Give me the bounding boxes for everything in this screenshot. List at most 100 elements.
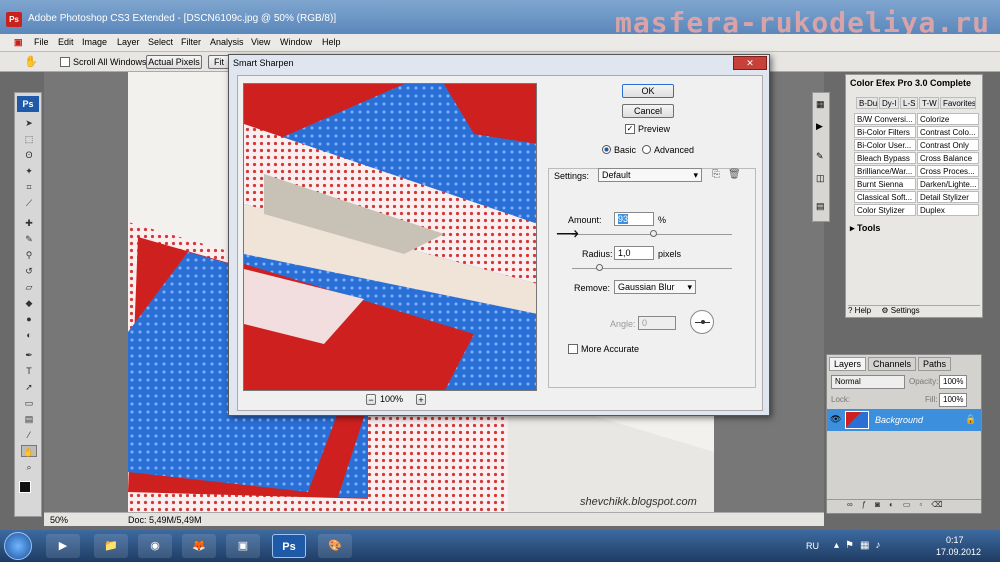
move-tool-icon[interactable]: ➤ bbox=[21, 117, 37, 129]
path-select-icon[interactable]: ➚ bbox=[21, 381, 37, 393]
blur-tool-icon[interactable]: ● bbox=[21, 313, 37, 325]
filter-item[interactable]: Classical Soft... bbox=[854, 191, 916, 203]
brush-tool-icon[interactable]: ✎ bbox=[21, 233, 37, 245]
info-icon[interactable]: ▤ bbox=[816, 201, 825, 212]
filter-item[interactable]: Bleach Bypass bbox=[854, 152, 916, 164]
hand-tool-icon[interactable]: ✋ bbox=[21, 445, 37, 457]
actual-pixels-button[interactable]: Actual Pixels bbox=[146, 55, 202, 69]
clone-source-icon[interactable]: ◫ bbox=[816, 173, 825, 184]
help-link[interactable]: ? Help bbox=[848, 306, 871, 315]
menu-analysis[interactable]: Analysis bbox=[210, 37, 244, 47]
tab-channels[interactable]: Channels bbox=[868, 357, 917, 371]
magic-wand-icon[interactable]: ✦ bbox=[21, 165, 37, 177]
amount-input[interactable]: 93 bbox=[614, 212, 654, 226]
menu-view[interactable]: View bbox=[251, 37, 270, 47]
more-accurate-checkbox[interactable] bbox=[568, 344, 578, 354]
fx-icon[interactable]: ƒ bbox=[862, 500, 875, 509]
slice-tool-icon[interactable]: ⟋ bbox=[21, 197, 37, 209]
amount-slider-knob[interactable] bbox=[650, 230, 657, 237]
menu-layer[interactable]: Layer bbox=[117, 37, 140, 47]
radius-input[interactable]: 1,0 bbox=[614, 246, 654, 260]
basic-radio[interactable] bbox=[602, 145, 611, 154]
bucket-tool-icon[interactable]: ◆ bbox=[21, 297, 37, 309]
ok-button[interactable]: OK bbox=[622, 84, 674, 98]
start-button[interactable] bbox=[4, 532, 32, 560]
clock-date[interactable]: 17.09.2012 bbox=[936, 547, 981, 557]
filter-item[interactable]: Duplex bbox=[917, 204, 979, 216]
eraser-tool-icon[interactable]: ▱ bbox=[21, 281, 37, 293]
opacity-input[interactable]: 100% bbox=[939, 375, 967, 389]
language-indicator[interactable]: RU bbox=[806, 541, 819, 551]
menu-image[interactable]: Image bbox=[82, 37, 107, 47]
menu-help[interactable]: Help bbox=[322, 37, 341, 47]
group-icon[interactable]: ▭ bbox=[903, 500, 920, 509]
tab-dy-l[interactable]: Dy-l bbox=[879, 97, 899, 109]
zoom-out-button[interactable]: − bbox=[366, 394, 376, 405]
tab-t-w[interactable]: T-W bbox=[919, 97, 939, 109]
tab-favorites[interactable]: Favorites bbox=[940, 97, 976, 109]
filter-item[interactable]: Cross Balance bbox=[917, 152, 979, 164]
type-tool-icon[interactable]: T bbox=[21, 365, 37, 377]
zoom-in-button[interactable]: + bbox=[416, 394, 426, 405]
clock-time[interactable]: 0:17 bbox=[946, 535, 964, 545]
settings-link[interactable]: ⚙ Settings bbox=[881, 306, 919, 315]
filter-item[interactable]: Contrast Colo... bbox=[917, 126, 979, 138]
tab-l-s[interactable]: L-S bbox=[900, 97, 918, 109]
link-layers-icon[interactable]: ∞ bbox=[847, 500, 862, 509]
brushes-icon[interactable]: ✎ bbox=[816, 151, 824, 162]
crop-tool-icon[interactable]: ⌗ bbox=[21, 181, 37, 193]
trash-icon[interactable]: ⌫ bbox=[931, 500, 951, 509]
notes-tool-icon[interactable]: ▤ bbox=[21, 413, 37, 425]
preview-checkbox[interactable]: ✓ bbox=[625, 124, 635, 134]
tab-paths[interactable]: Paths bbox=[918, 357, 952, 371]
settings-select[interactable]: Default ▾ bbox=[598, 168, 702, 182]
filter-item[interactable]: Colorize bbox=[917, 113, 979, 125]
menu-select[interactable]: Select bbox=[148, 37, 173, 47]
remove-select[interactable]: Gaussian Blur ▾ bbox=[614, 280, 696, 294]
new-layer-icon[interactable]: ▫ bbox=[919, 500, 931, 509]
close-button[interactable]: ✕ bbox=[733, 56, 767, 70]
explorer-icon[interactable]: 📁 bbox=[94, 534, 128, 558]
marquee-tool-icon[interactable]: ⬚ bbox=[21, 133, 37, 145]
eyedropper-icon[interactable]: ⁄ bbox=[21, 429, 37, 441]
zoom-level[interactable]: 50% bbox=[50, 515, 68, 525]
filter-item[interactable]: Bi-Color User... bbox=[854, 139, 916, 151]
actions-icon[interactable]: ▶ bbox=[816, 121, 823, 132]
preview-image[interactable] bbox=[243, 83, 537, 391]
paint-icon[interactable]: 🎨 bbox=[318, 534, 352, 558]
tab-layers[interactable]: Layers bbox=[829, 357, 867, 371]
chrome-icon[interactable]: ◉ bbox=[138, 534, 172, 558]
shape-tool-icon[interactable]: ▭ bbox=[21, 397, 37, 409]
firefox-icon[interactable]: 🦊 bbox=[182, 534, 216, 558]
tray-icons[interactable]: ▴⚑▦♪ bbox=[834, 540, 886, 551]
filter-item[interactable]: Cross Proces... bbox=[917, 165, 979, 177]
lasso-tool-icon[interactable]: ʘ bbox=[21, 149, 37, 161]
menu-window[interactable]: Window bbox=[280, 37, 312, 47]
radius-slider-knob[interactable] bbox=[596, 264, 603, 271]
app-icon[interactable]: ▣ bbox=[226, 534, 260, 558]
photoshop-taskbar-icon[interactable]: Ps bbox=[272, 534, 306, 558]
layer-row-background[interactable]: 👁 Background 🔒 bbox=[827, 409, 981, 431]
hand-tool-icon[interactable]: ✋ bbox=[24, 55, 38, 68]
media-player-icon[interactable]: ▶ bbox=[46, 534, 80, 558]
healing-tool-icon[interactable]: ✚ bbox=[21, 217, 37, 229]
filter-item[interactable]: Burnt Sienna bbox=[854, 178, 916, 190]
tools-section[interactable]: ▸ Tools bbox=[850, 223, 880, 234]
ps-menu-icon[interactable]: ▣ bbox=[14, 37, 23, 48]
menu-edit[interactable]: Edit bbox=[58, 37, 74, 47]
cancel-button[interactable]: Cancel bbox=[622, 104, 674, 118]
foreground-color[interactable] bbox=[19, 481, 31, 493]
history-brush-icon[interactable]: ↺ bbox=[21, 265, 37, 277]
filter-item[interactable]: Contrast Only bbox=[917, 139, 979, 151]
filter-item[interactable]: Darken/Lighte... bbox=[917, 178, 979, 190]
filter-item[interactable]: Color Stylizer bbox=[854, 204, 916, 216]
mask-icon[interactable]: ◙ bbox=[875, 500, 889, 509]
fill-input[interactable]: 100% bbox=[939, 393, 967, 407]
filter-item[interactable]: Bi-Color Filters bbox=[854, 126, 916, 138]
zoom-tool-icon[interactable]: ⌕ bbox=[21, 461, 37, 473]
adjustment-icon[interactable]: ◐ bbox=[889, 500, 903, 509]
pen-tool-icon[interactable]: ✒ bbox=[21, 349, 37, 361]
filter-item[interactable]: Brilliance/War... bbox=[854, 165, 916, 177]
save-settings-icon[interactable]: ⎘ bbox=[712, 169, 720, 180]
stamp-tool-icon[interactable]: ⚲ bbox=[21, 249, 37, 261]
